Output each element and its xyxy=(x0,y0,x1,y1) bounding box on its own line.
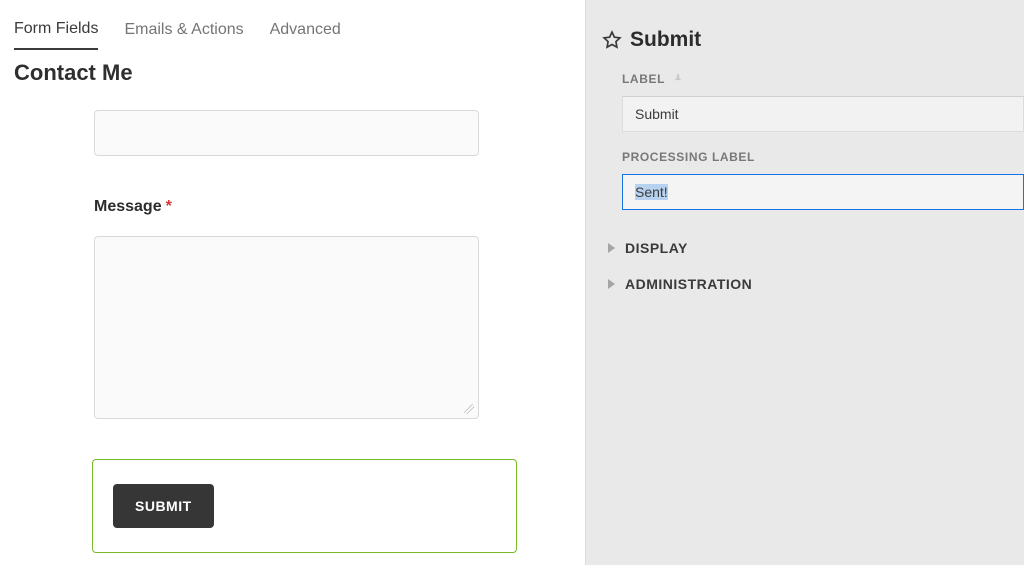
processing-label-setting: PROCESSING LABEL Sent! xyxy=(602,150,1024,210)
label-input[interactable]: Submit xyxy=(622,96,1024,132)
submit-button[interactable]: SUBMIT xyxy=(113,484,214,528)
pin-icon[interactable] xyxy=(671,72,685,86)
chevron-right-icon xyxy=(608,279,615,289)
administration-section-toggle[interactable]: ADMINISTRATION xyxy=(608,266,1024,302)
chevron-right-icon xyxy=(608,243,615,253)
display-section-toggle[interactable]: DISPLAY xyxy=(608,230,1024,266)
tab-form-fields[interactable]: Form Fields xyxy=(14,14,98,50)
form-builder-canvas: Form Fields Emails & Actions Advanced Co… xyxy=(0,0,585,565)
star-icon[interactable] xyxy=(602,30,622,50)
processing-heading-text: PROCESSING LABEL xyxy=(622,150,755,164)
message-label: Message * xyxy=(94,198,485,216)
administration-section-label: ADMINISTRATION xyxy=(625,276,752,292)
form-title: Contact Me xyxy=(14,60,585,86)
required-asterisk: * xyxy=(166,198,172,216)
settings-accordion: DISPLAY ADMINISTRATION xyxy=(602,230,1024,302)
top-tabs: Form Fields Emails & Actions Advanced xyxy=(14,14,585,50)
sidebar-header: Submit xyxy=(602,28,1024,52)
label-setting: LABEL Submit xyxy=(602,72,1024,132)
message-textarea-preview[interactable] xyxy=(94,236,479,419)
label-heading: LABEL xyxy=(622,72,1024,86)
display-section-label: DISPLAY xyxy=(625,240,688,256)
message-label-text: Message xyxy=(94,198,162,216)
label-input-value: Submit xyxy=(635,106,679,122)
field-settings-sidebar: Submit LABEL Submit PROCESSING LABEL Sen… xyxy=(585,0,1024,565)
tab-emails-actions[interactable]: Emails & Actions xyxy=(124,14,243,50)
text-input-preview[interactable] xyxy=(94,110,479,156)
label-heading-text: LABEL xyxy=(622,72,665,86)
processing-label-value: Sent! xyxy=(635,184,668,200)
processing-heading: PROCESSING LABEL xyxy=(622,150,1024,164)
submit-field-selected[interactable]: SUBMIT xyxy=(92,459,517,553)
tab-advanced[interactable]: Advanced xyxy=(270,14,341,50)
processing-label-input[interactable]: Sent! xyxy=(622,174,1024,210)
form-preview: Message * SUBMIT xyxy=(14,110,585,553)
sidebar-title: Submit xyxy=(630,28,701,52)
